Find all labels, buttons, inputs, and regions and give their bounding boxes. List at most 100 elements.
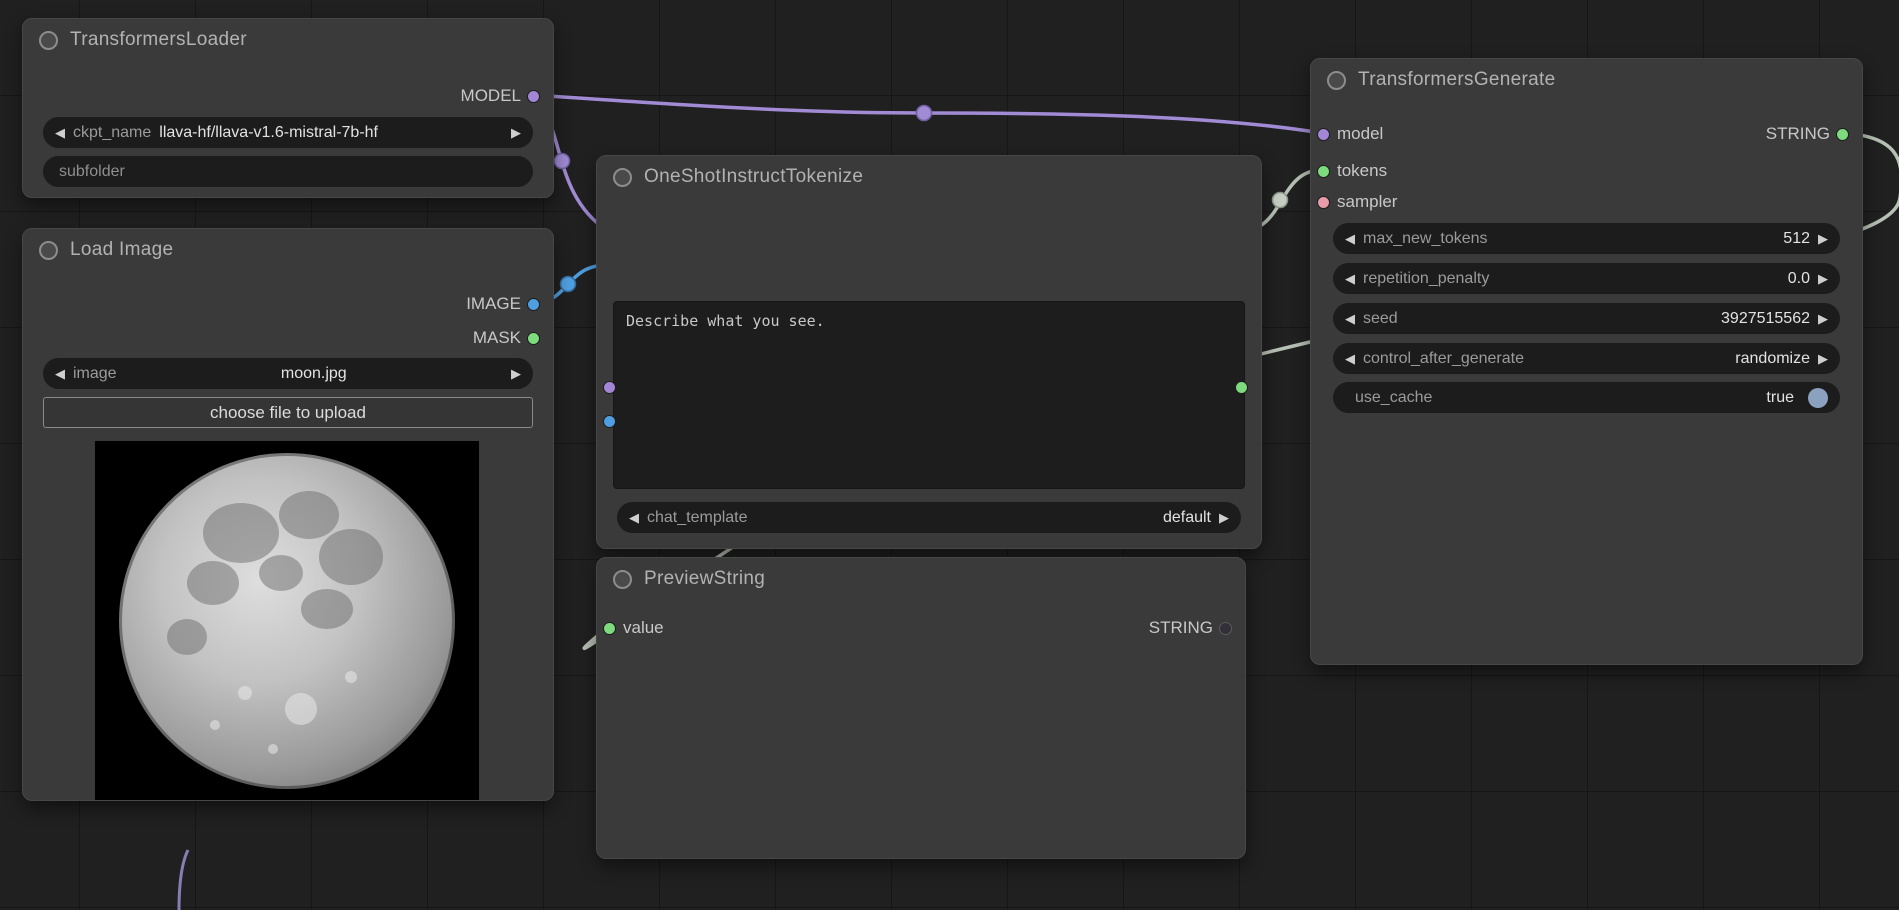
output-port-mask[interactable] — [527, 332, 540, 345]
input-port-images[interactable] — [603, 415, 616, 428]
node-titlebar[interactable]: OneShotInstructTokenize — [597, 156, 1261, 198]
output-slot-image: IMAGE — [466, 291, 521, 317]
widget-label: image — [73, 365, 117, 383]
widget-value: 0.0 — [1497, 270, 1810, 288]
widget-decrement-icon[interactable]: ◀ — [1345, 232, 1355, 245]
widget-label: seed — [1363, 310, 1398, 328]
output-slot-string: STRING — [1149, 615, 1213, 641]
widget-decrement-icon[interactable]: ◀ — [629, 511, 639, 524]
widget-increment-icon[interactable]: ▶ — [1818, 312, 1828, 325]
node-status-icon — [1327, 71, 1346, 90]
output-label: IMAGE — [466, 294, 521, 314]
chat-template-widget[interactable]: ◀ chat_template default ▶ — [617, 502, 1241, 533]
widget-increment-icon[interactable]: ▶ — [1818, 272, 1828, 285]
node-status-icon — [613, 168, 632, 187]
node-transformers-loader[interactable]: TransformersLoader MODEL ◀ ckpt_name lla… — [22, 18, 554, 198]
node-status-icon — [39, 241, 58, 260]
widget-value: 3927515562 — [1406, 310, 1810, 328]
link-midpoint-dot[interactable] — [917, 106, 932, 121]
node-titlebar[interactable]: TransformersGenerate — [1311, 59, 1862, 101]
input-label: tokens — [1337, 161, 1387, 181]
node-load-image[interactable]: Load Image IMAGE MASK ◀ image moon.jpg ▶… — [22, 228, 554, 801]
output-port-tokens[interactable] — [1235, 381, 1248, 394]
input-label: value — [623, 618, 664, 638]
control-after-generate-widget[interactable]: ◀ control_after_generate randomize ▶ — [1333, 343, 1840, 374]
output-label: STRING — [1766, 124, 1830, 144]
widget-decrement-icon[interactable]: ◀ — [55, 367, 65, 380]
widget-label: max_new_tokens — [1363, 230, 1488, 248]
widget-decrement-icon[interactable]: ◀ — [1345, 272, 1355, 285]
input-port-model[interactable] — [603, 381, 616, 394]
widget-value: llava-hf/llava-v1.6-mistral-7b-hf — [159, 124, 503, 142]
output-label: MASK — [473, 328, 521, 348]
output-label: STRING — [1149, 618, 1213, 638]
input-label: sampler — [1337, 192, 1397, 212]
input-slot-value: value — [623, 615, 664, 641]
widget-decrement-icon[interactable]: ◀ — [1345, 352, 1355, 365]
link-offscreen-stub[interactable] — [179, 850, 188, 910]
widget-value: default — [756, 509, 1211, 527]
input-slot-sampler: sampler — [1337, 189, 1397, 215]
widget-value: randomize — [1532, 350, 1810, 368]
widget-increment-icon[interactable]: ▶ — [1818, 232, 1828, 245]
link-midpoint-dot[interactable] — [1273, 193, 1288, 208]
link-midpoint-dot[interactable] — [555, 154, 570, 169]
widget-label: use_cache — [1355, 389, 1432, 407]
output-slot-string: STRING — [1766, 121, 1830, 147]
node-graph-canvas[interactable]: TransformersLoader MODEL ◀ ckpt_name lla… — [0, 0, 1899, 910]
ckpt-name-widget[interactable]: ◀ ckpt_name llava-hf/llava-v1.6-mistral-… — [43, 117, 533, 148]
widget-label: repetition_penalty — [1363, 270, 1489, 288]
image-preview — [95, 441, 479, 800]
prompt-textarea[interactable]: Describe what you see. — [613, 301, 1245, 489]
use-cache-widget[interactable]: use_cache true — [1333, 382, 1840, 413]
node-transformers-generate[interactable]: TransformersGenerate model tokens sample… — [1310, 58, 1863, 665]
image-filename-widget[interactable]: ◀ image moon.jpg ▶ — [43, 358, 533, 389]
widget-value: true — [1440, 389, 1794, 407]
output-port-image[interactable] — [527, 298, 540, 311]
max-new-tokens-widget[interactable]: ◀ max_new_tokens 512 ▶ — [1333, 223, 1840, 254]
widget-increment-icon[interactable]: ▶ — [511, 367, 521, 380]
widget-value: 512 — [1496, 230, 1810, 248]
widget-increment-icon[interactable]: ▶ — [511, 126, 521, 139]
widget-value: moon.jpg — [125, 365, 503, 383]
input-port-tokens[interactable] — [1317, 165, 1330, 178]
node-titlebar[interactable]: Load Image — [23, 229, 553, 271]
toggle-knob-icon[interactable] — [1808, 388, 1828, 408]
node-title-label: OneShotInstructTokenize — [644, 166, 863, 188]
node-title-label: PreviewString — [644, 568, 765, 590]
node-preview-string[interactable]: PreviewString value STRING — [596, 557, 1246, 859]
widget-label: control_after_generate — [1363, 350, 1524, 368]
output-port-model[interactable] — [527, 90, 540, 103]
node-status-icon — [613, 570, 632, 589]
output-slot-model: MODEL — [461, 83, 521, 109]
widget-decrement-icon[interactable]: ◀ — [1345, 312, 1355, 325]
input-slot-model: model — [1337, 121, 1383, 147]
widget-label: ckpt_name — [73, 124, 151, 142]
subfolder-input[interactable] — [43, 156, 533, 187]
widget-increment-icon[interactable]: ▶ — [1219, 511, 1229, 524]
input-label: model — [1337, 124, 1383, 144]
widget-label: chat_template — [647, 509, 748, 527]
output-port-string[interactable] — [1219, 622, 1232, 635]
input-port-sampler[interactable] — [1317, 196, 1330, 209]
node-titlebar[interactable]: PreviewString — [597, 558, 1245, 600]
node-oneshot-instruct-tokenize[interactable]: OneShotInstructTokenize model images TOK… — [596, 155, 1262, 549]
widget-decrement-icon[interactable]: ◀ — [55, 126, 65, 139]
output-label: MODEL — [461, 86, 521, 106]
node-status-icon — [39, 31, 58, 50]
node-title-label: Load Image — [70, 239, 173, 261]
widget-increment-icon[interactable]: ▶ — [1818, 352, 1828, 365]
node-title-label: TransformersLoader — [70, 29, 247, 51]
seed-widget[interactable]: ◀ seed 3927515562 ▶ — [1333, 303, 1840, 334]
input-port-value[interactable] — [603, 622, 616, 635]
input-slot-tokens: tokens — [1337, 158, 1387, 184]
node-title-label: TransformersGenerate — [1358, 69, 1555, 91]
input-port-model[interactable] — [1317, 128, 1330, 141]
upload-button[interactable]: choose file to upload — [43, 397, 533, 428]
repetition-penalty-widget[interactable]: ◀ repetition_penalty 0.0 ▶ — [1333, 263, 1840, 294]
moon-image — [95, 441, 479, 800]
link-midpoint-dot[interactable] — [561, 277, 576, 292]
output-port-string[interactable] — [1836, 128, 1849, 141]
node-titlebar[interactable]: TransformersLoader — [23, 19, 553, 61]
output-slot-mask: MASK — [473, 325, 521, 351]
